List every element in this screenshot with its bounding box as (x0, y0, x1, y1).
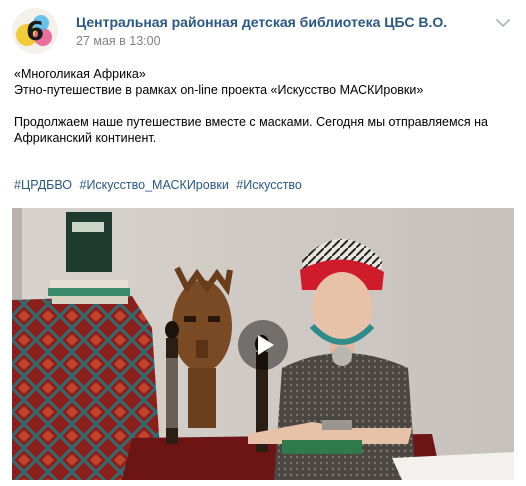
hashtag-link[interactable]: #Искусство_МАСКИровки (80, 178, 229, 192)
post-date[interactable]: 27 мая в 13:00 (76, 34, 161, 48)
post-menu-button[interactable] (494, 16, 512, 30)
chevron-down-icon (496, 19, 510, 27)
post-text: «Многоликая Африка» Этно-путешествие в р… (14, 66, 514, 146)
post-text-line: Африканский континент. (14, 131, 157, 145)
post-text-line: Этно-путешествие в рамках on-line проект… (14, 83, 424, 97)
video-player[interactable] (12, 208, 514, 480)
avatar[interactable]: 6 (12, 8, 58, 54)
post-text-line: «Многоликая Африка» (14, 67, 146, 81)
post-card: 6 Центральная районная детская библиотек… (0, 0, 526, 486)
play-button[interactable] (238, 320, 288, 370)
hashtag-link[interactable]: #Искусство (236, 178, 302, 192)
avatar-digit: 6 (26, 17, 44, 47)
post-text-line: Продолжаем наше путешествие вместе с мас… (14, 115, 488, 129)
community-name[interactable]: Центральная районная детская библиотека … (76, 14, 447, 30)
hashtag-list: #ЦРДБВО #Искусство_МАСКИровки #Искусство (14, 178, 306, 192)
post-header: 6 Центральная районная детская библиотек… (12, 8, 514, 54)
hashtag-link[interactable]: #ЦРДБВО (14, 178, 72, 192)
library-logo-icon: 6 (12, 8, 58, 54)
play-icon (258, 335, 274, 355)
